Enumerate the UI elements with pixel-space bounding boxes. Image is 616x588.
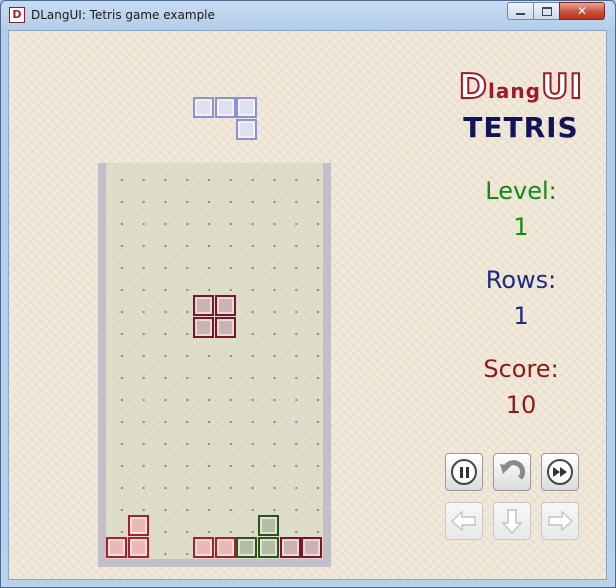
arrow-left-icon [451,511,476,531]
settled-block [127,537,149,558]
maximize-button[interactable] [533,2,560,20]
falling-block [192,295,214,316]
minimize-button[interactable] [507,2,534,20]
next-piece-block [236,97,258,118]
pause-button[interactable] [445,453,483,491]
close-button[interactable]: ✕ [559,2,605,20]
close-icon: ✕ [576,4,588,18]
maximize-icon [541,6,552,16]
tetris-well[interactable] [98,163,331,567]
app-icon: D [9,7,25,23]
falling-block [214,295,236,316]
app-window: D DLangUI: Tetris game example ✕ DlangUI… [0,0,616,588]
minimize-icon [516,13,525,15]
next-piece-preview [193,97,259,141]
score-value: 10 [505,391,537,419]
settled-block [192,537,214,558]
board-cells [106,163,323,559]
rotate-button[interactable] [493,453,531,491]
arrow-down-icon [502,509,522,534]
next-piece-block [214,97,236,118]
settled-block [301,537,323,558]
left-button[interactable] [445,502,483,540]
title-bar[interactable]: D DLangUI: Tetris game example ✕ [1,1,615,29]
settled-block [127,515,149,536]
settled-block [214,537,236,558]
settled-block [257,537,279,558]
game-area: DlangUI TETRIS Level: 1 Rows: 1 Score: 1… [8,30,607,580]
dlangui-logo: DlangUI [458,66,584,108]
down-button[interactable] [493,502,531,540]
pause-icon [451,459,477,485]
score-label: Score: [483,355,559,383]
next-piece-block [193,97,214,118]
window-title: DLangUI: Tetris game example [31,8,215,22]
rows-label: Rows: [485,266,557,294]
right-button[interactable] [541,502,579,540]
level-value: 1 [513,213,529,241]
fast-forward-button[interactable] [541,453,579,491]
settled-block [257,515,279,536]
falling-block [192,317,214,338]
rotate-icon [500,460,526,480]
settled-block [279,537,301,558]
falling-block [214,317,236,338]
fast-forward-icon [547,459,573,485]
settled-block [106,537,127,558]
next-piece-block [236,119,258,140]
tetris-logo: TETRIS [463,111,579,144]
level-label: Level: [485,177,557,205]
rows-value: 1 [513,302,529,330]
settled-block [236,537,258,558]
arrow-right-icon [548,511,573,531]
